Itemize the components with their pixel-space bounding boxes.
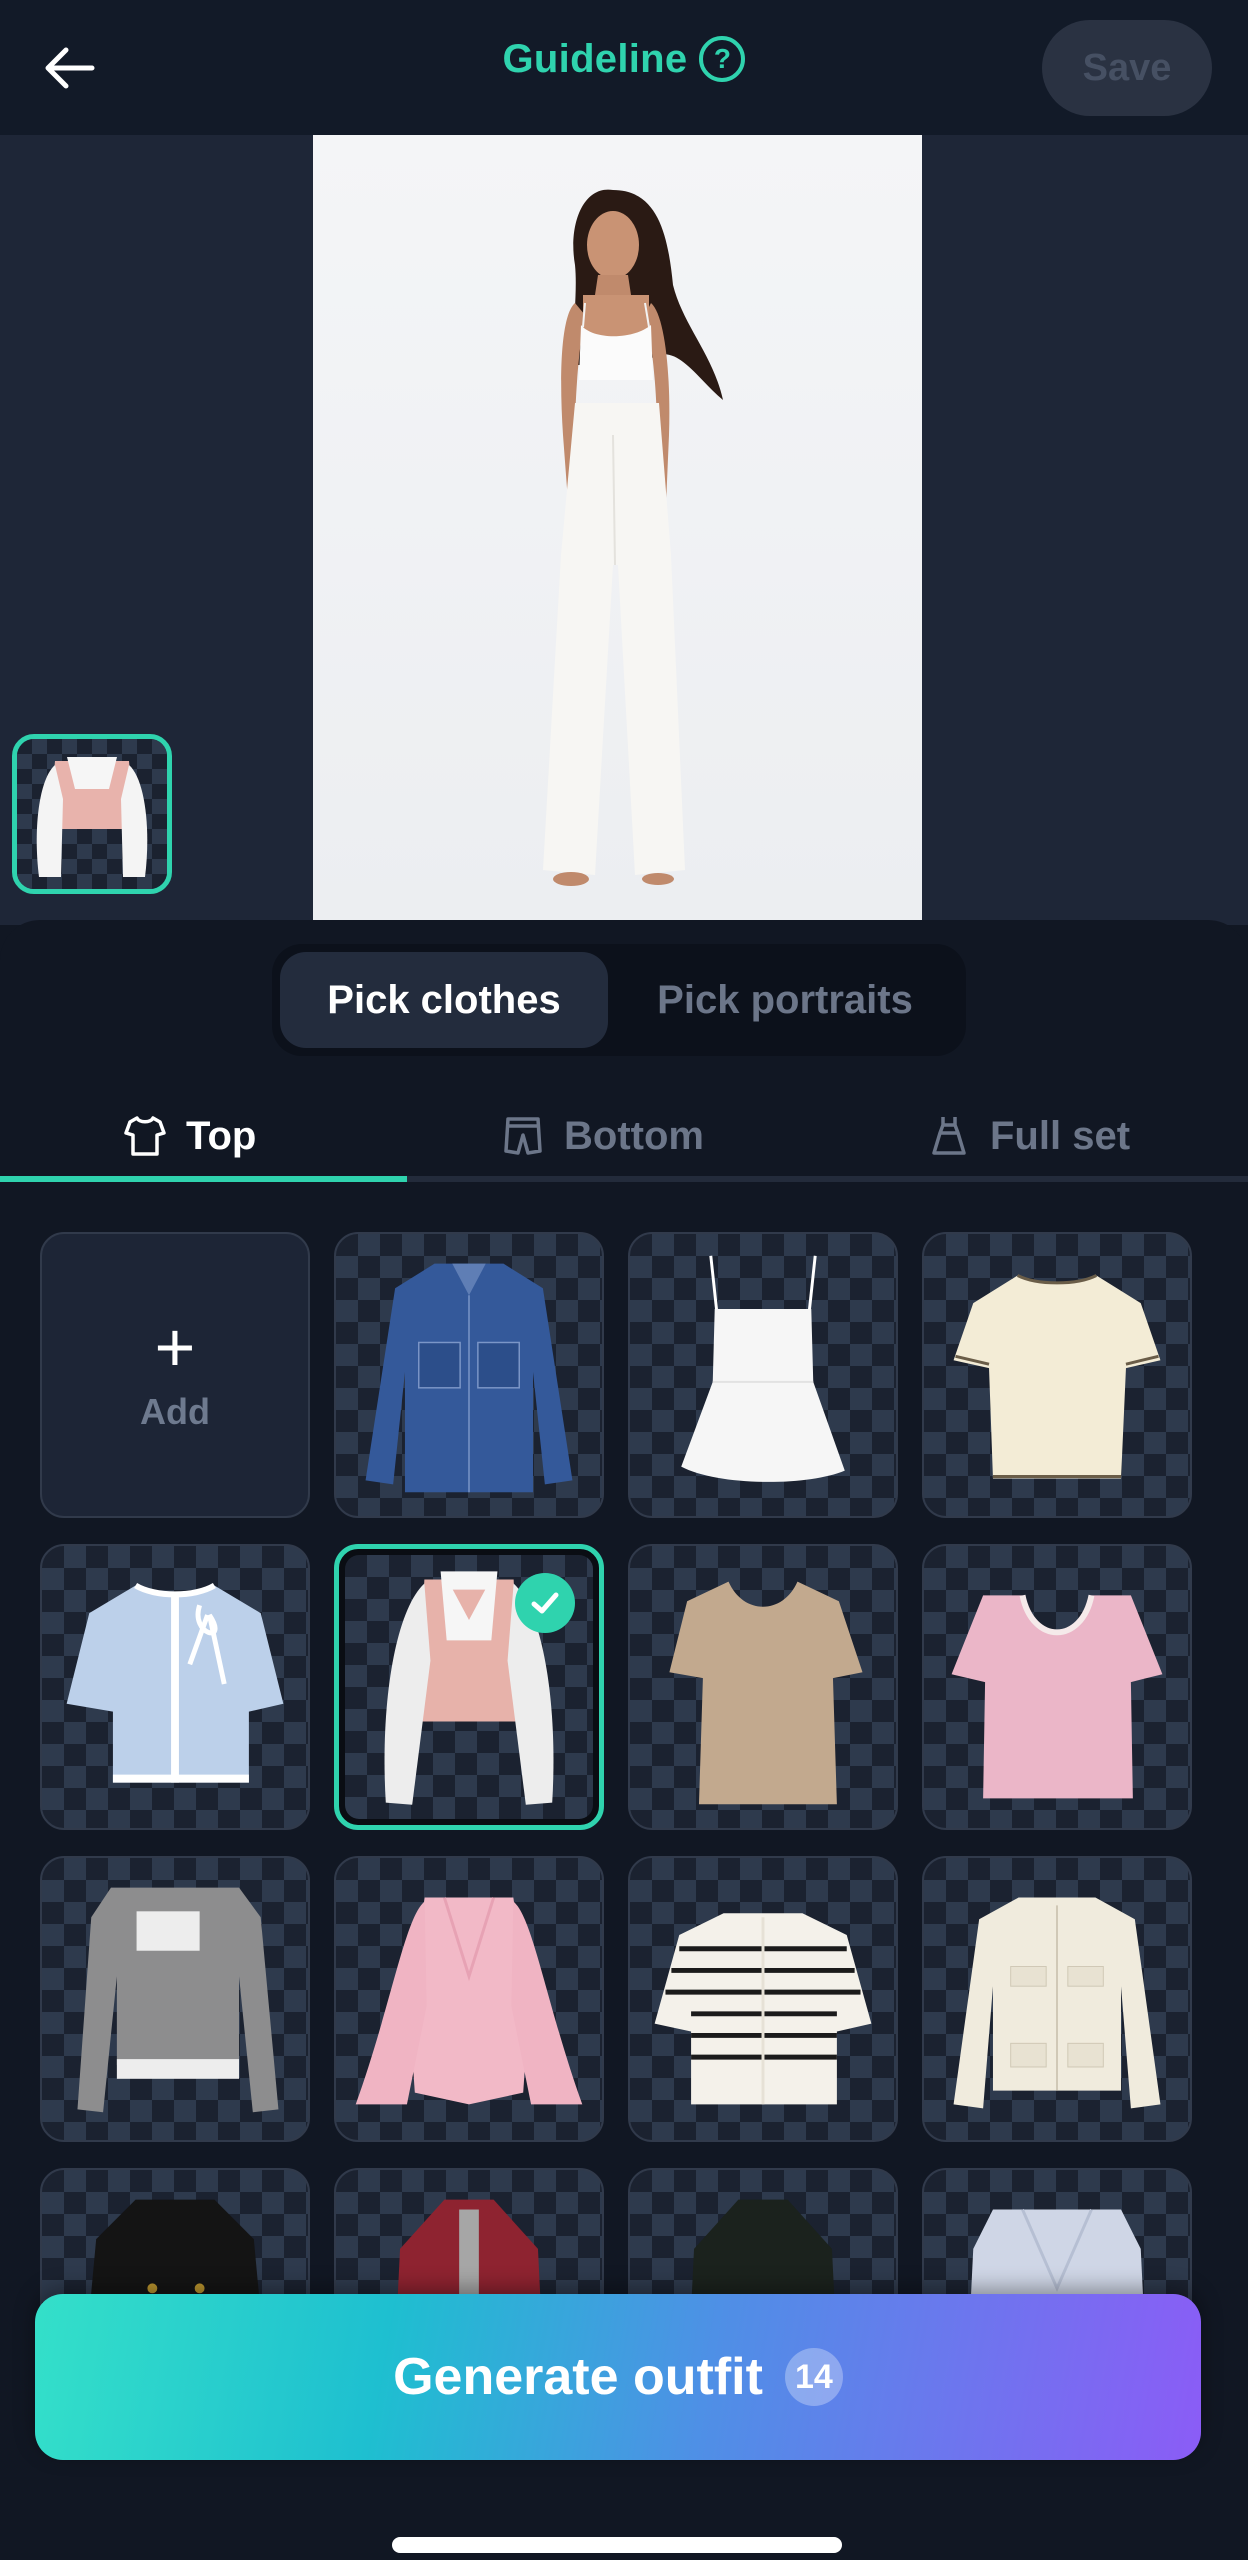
selected-clothing-thumbnail[interactable] <box>12 734 172 894</box>
tab-full-set-label: Full set <box>990 1113 1131 1158</box>
clothing-item[interactable] <box>40 1856 310 2142</box>
pink-lace-top-image <box>951 1594 1163 1799</box>
add-clothing-button[interactable]: + Add <box>40 1232 310 1518</box>
tab-bottom-label: Bottom <box>564 1113 704 1158</box>
home-indicator[interactable] <box>392 2537 842 2553</box>
striped-cardigan-image <box>654 1913 872 2105</box>
model-figure <box>543 189 723 886</box>
dress-icon <box>932 1117 966 1155</box>
selected-item-image <box>345 1555 593 1819</box>
check-icon <box>531 1592 559 1614</box>
shorts-icon <box>504 1117 542 1155</box>
grey-henley-image <box>77 1887 279 2113</box>
preview-area <box>0 135 1248 925</box>
help-icon[interactable]: ? <box>699 36 746 82</box>
denim-jacket-image <box>365 1263 573 1493</box>
top-bar: Guideline ? Save <box>0 0 1248 135</box>
active-tab-indicator <box>0 1176 407 1182</box>
mode-segmented-control: Pick clothes Pick portraits <box>272 944 966 1056</box>
tab-full-set[interactable]: Full set <box>926 1096 1130 1176</box>
clothing-item[interactable] <box>628 1232 898 1518</box>
tab-top[interactable]: Top <box>122 1096 256 1176</box>
plus-icon: + <box>154 1308 196 1386</box>
clothing-item[interactable] <box>334 1856 604 2142</box>
clothing-item[interactable] <box>334 1232 604 1518</box>
cream-tweed-jacket-image <box>953 1897 1161 2109</box>
category-tabs: Top Bottom Full set <box>0 1096 1248 1186</box>
tab-pick-clothes[interactable]: Pick clothes <box>280 952 608 1048</box>
clothing-item[interactable] <box>628 1856 898 2142</box>
clothing-item[interactable] <box>40 1544 310 1830</box>
clothing-item[interactable] <box>628 1544 898 1830</box>
generate-outfit-label: Generate outfit <box>393 2348 763 2406</box>
clothing-item-selected[interactable] <box>334 1544 604 1830</box>
page-title: Guideline <box>502 36 688 81</box>
credit-cost-badge: 14 <box>784 2348 843 2406</box>
portrait-image <box>313 135 922 920</box>
tab-pick-portraits[interactable]: Pick portraits <box>612 952 958 1048</box>
tab-top-label: Top <box>186 1113 257 1158</box>
pink-bell-sleeve-image <box>355 1897 583 2105</box>
blouse-thumbnail <box>36 757 148 877</box>
generate-outfit-button[interactable]: Generate outfit 14 <box>35 2294 1201 2460</box>
white-cami-image <box>681 1255 845 1482</box>
clothing-item[interactable] <box>922 1856 1192 2142</box>
save-button[interactable]: Save <box>1042 20 1212 116</box>
cream-tee-image <box>953 1274 1161 1479</box>
beige-tee-image <box>669 1581 863 1805</box>
blue-bow-cardigan-image <box>66 1582 284 1783</box>
tshirt-icon <box>124 1116 166 1156</box>
clothing-item[interactable] <box>922 1232 1192 1518</box>
selected-check-badge <box>515 1573 575 1633</box>
transparency-checker <box>17 739 167 889</box>
add-label: Add <box>140 1391 210 1432</box>
tab-bottom[interactable]: Bottom <box>500 1096 704 1176</box>
clothing-item[interactable] <box>922 1544 1192 1830</box>
